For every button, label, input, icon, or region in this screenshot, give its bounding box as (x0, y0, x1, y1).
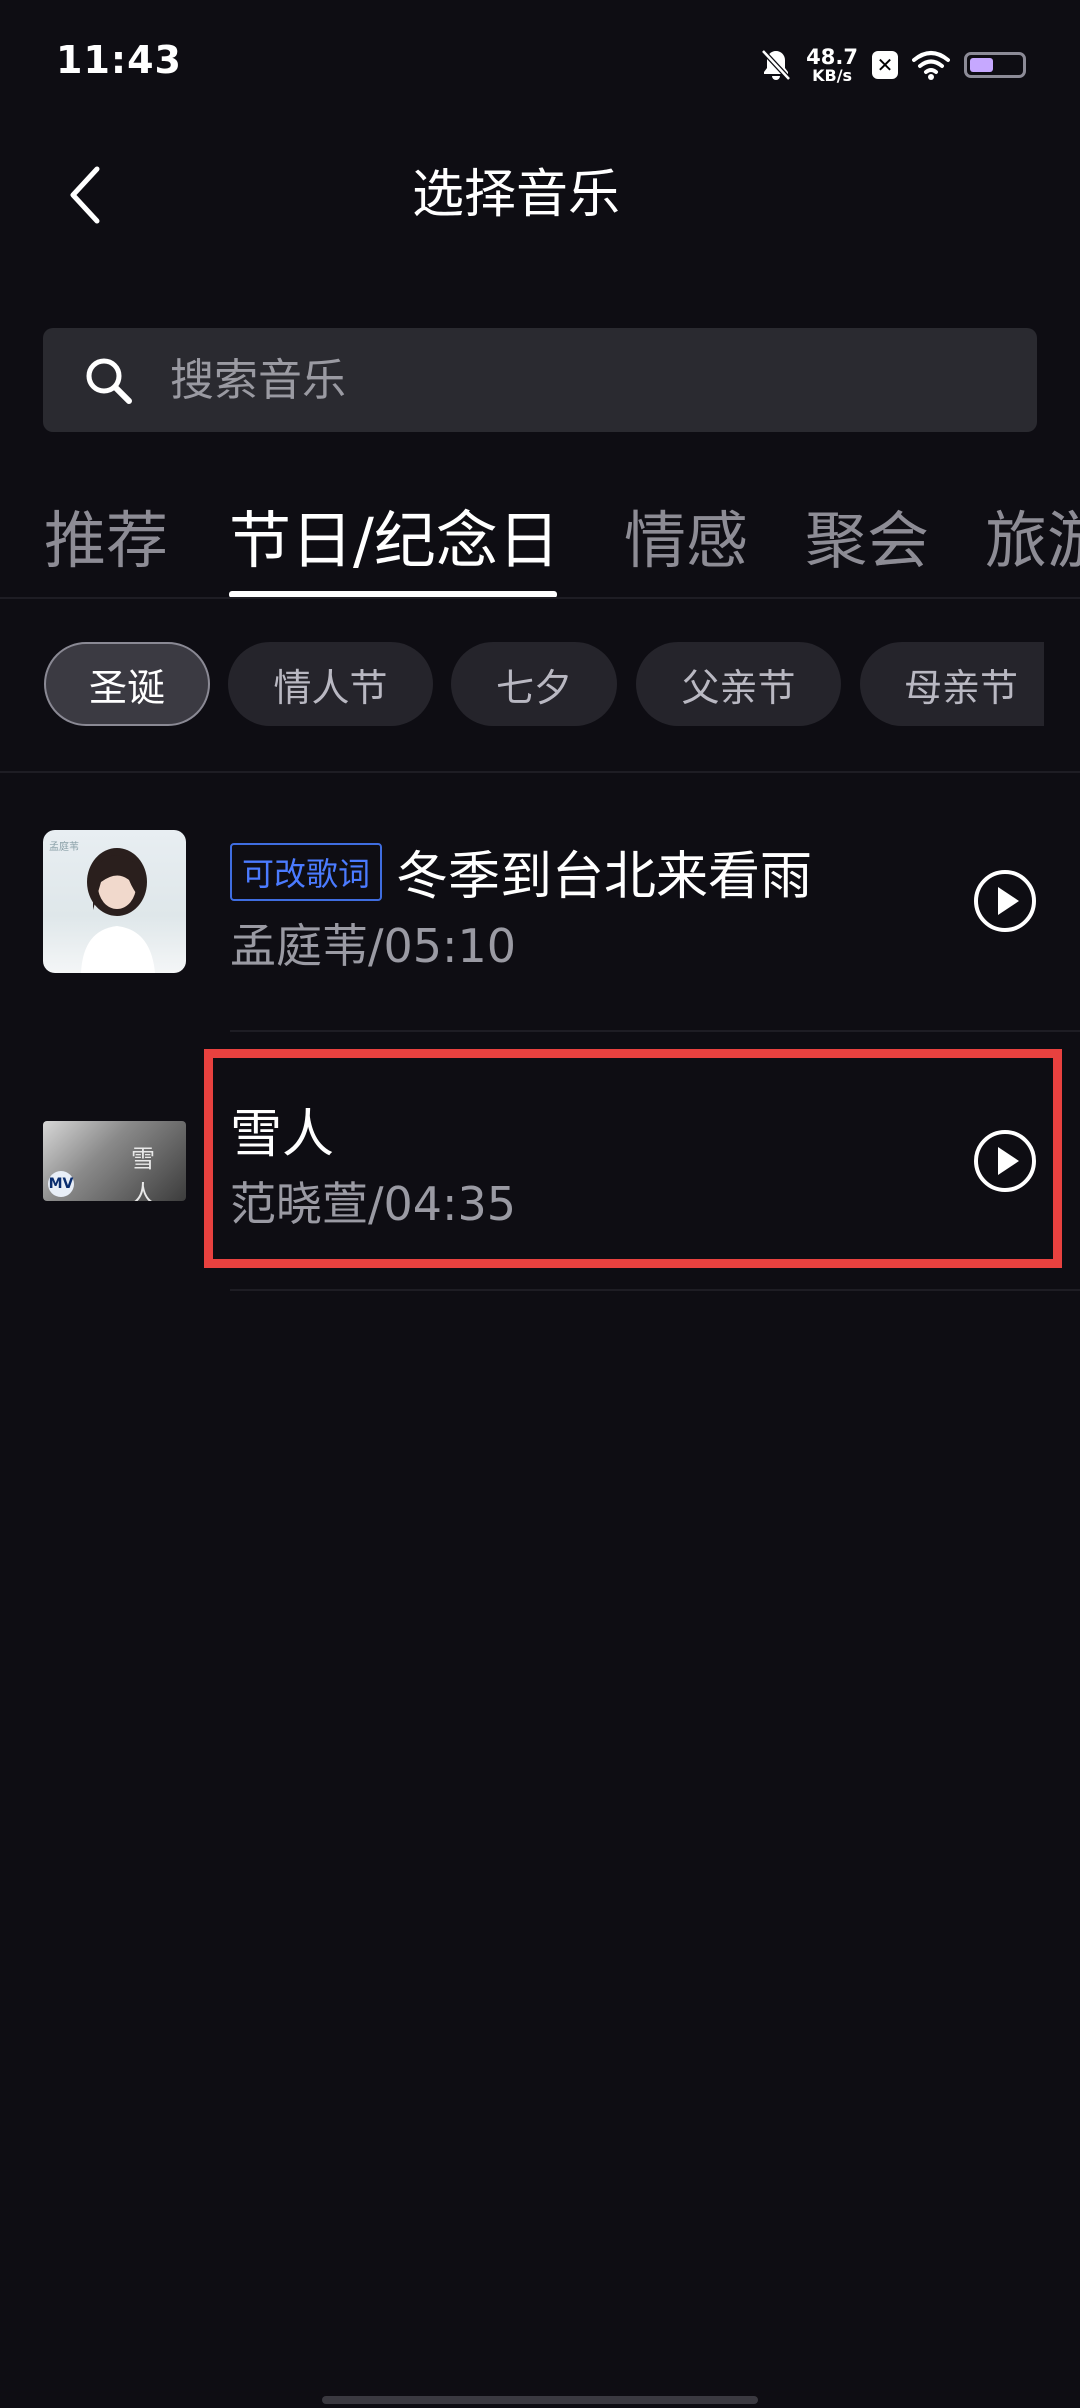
tab-emotion[interactable]: 情感 (624, 490, 748, 580)
music-picker-screen: 11:43 48.7 KB/s ✕ 选择音乐 搜索音乐 推荐 节日/纪念日 情感… (0, 0, 1080, 2408)
battery-icon (964, 52, 1026, 78)
song-cover[interactable]: 孟庭苇 (43, 830, 186, 973)
cover-caption: 孟庭苇 (49, 842, 79, 853)
page-title: 选择音乐 (411, 165, 620, 225)
battery-fill (970, 58, 993, 72)
song-title: 冬季到台北来看雨 (396, 847, 813, 907)
search-icon (86, 358, 132, 404)
tabs-divider (0, 597, 1080, 599)
category-tabs: 推荐 节日/纪念日 情感 聚会 旅游 (0, 480, 1080, 598)
bell-off-icon (761, 49, 792, 81)
sim-x-icon: ✕ (872, 51, 898, 79)
chip-mothers-day[interactable]: 母亲节 (860, 642, 1044, 726)
song-meta: 孟庭苇/05:10 (230, 919, 517, 973)
net-speed: 48.7 KB/s (806, 44, 858, 85)
wifi-icon (912, 51, 950, 80)
cover-caption: 雪 人 (131, 1145, 155, 1201)
tab-party[interactable]: 聚会 (805, 490, 929, 580)
play-icon (998, 887, 1019, 915)
status-time: 11:43 (56, 38, 182, 82)
row-divider (230, 1030, 1080, 1032)
tab-holidays[interactable]: 节日/纪念日 (229, 490, 560, 580)
chip-fathers-day[interactable]: 父亲节 (636, 642, 841, 726)
search-box[interactable] (43, 328, 1037, 432)
net-speed-unit: KB/s (812, 65, 853, 85)
tab-travel[interactable]: 旅游 (985, 490, 1080, 580)
chip-valentines[interactable]: 情人节 (228, 642, 433, 726)
status-bar: 11:43 48.7 KB/s ✕ (0, 0, 1080, 120)
mv-badge: MV (48, 1171, 74, 1197)
song-cover[interactable]: 雪 人 MV (43, 1121, 186, 1201)
song-title-row: 可改歌词 冬季到台北来看雨 (230, 834, 812, 909)
row-divider (230, 1289, 1080, 1291)
chip-qixi[interactable]: 七夕 (451, 642, 617, 726)
editable-lyrics-badge: 可改歌词 (230, 842, 383, 901)
chip-christmas[interactable]: 圣诞 (44, 642, 210, 726)
selection-highlight (204, 1049, 1062, 1268)
play-button[interactable] (973, 869, 1037, 933)
tab-recommend[interactable]: 推荐 (44, 490, 168, 580)
home-indicator[interactable] (322, 2396, 758, 2404)
search-input[interactable] (170, 328, 1010, 432)
status-icons: 48.7 KB/s ✕ (760, 40, 1026, 90)
chips-divider (0, 771, 1080, 773)
net-speed-value: 48.7 (806, 44, 858, 69)
